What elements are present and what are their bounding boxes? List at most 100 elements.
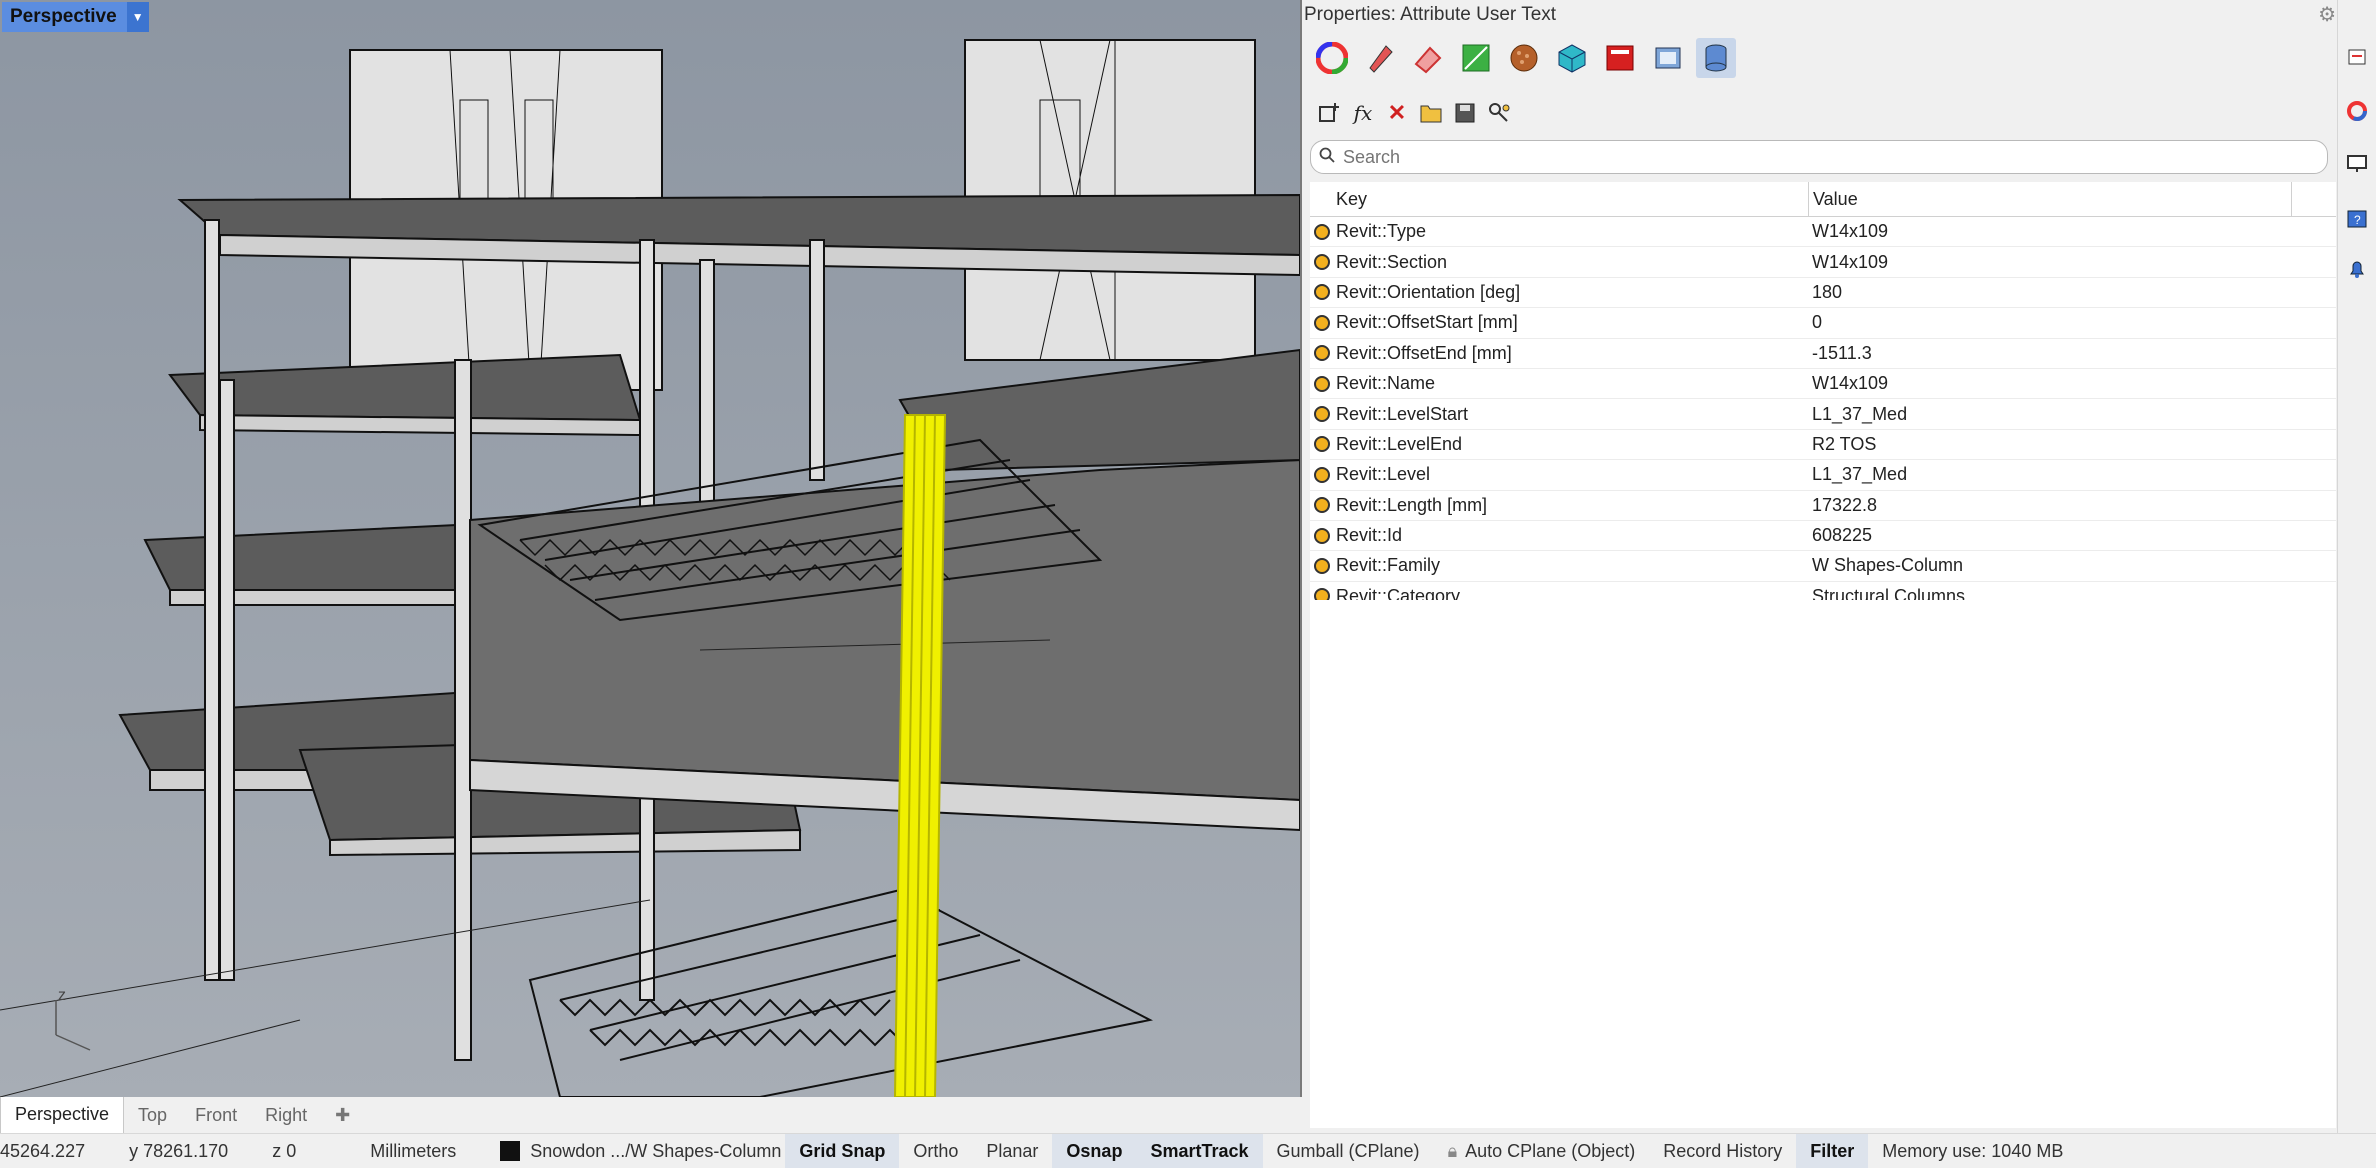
lock-icon: 🔒︎ [1447, 1140, 1458, 1161]
display-tab-icon[interactable] [2346, 152, 2368, 174]
add-key-icon[interactable] [1316, 98, 1342, 128]
notifications-tab-icon[interactable] [2346, 258, 2368, 280]
save-icon[interactable] [1452, 98, 1478, 128]
cube-icon[interactable] [1552, 38, 1592, 78]
link-icon[interactable] [1486, 98, 1512, 128]
sphere-icon[interactable] [1504, 38, 1544, 78]
attribute-key[interactable]: Revit::Orientation [deg] [1336, 282, 1812, 303]
database-icon[interactable] [1696, 38, 1736, 78]
search-input[interactable] [1341, 145, 2305, 169]
search-box[interactable] [1310, 140, 2328, 174]
attribute-key[interactable]: Revit::OffsetStart [mm] [1336, 312, 1812, 333]
add-tab-icon[interactable]: ✚ [321, 1097, 364, 1133]
fx-icon[interactable]: fx [1350, 98, 1376, 128]
properties-tab-icon[interactable] [2346, 46, 2368, 68]
table-row[interactable]: Revit::LevelStart L1_37_Med [1310, 399, 2336, 430]
attribute-status-icon [1314, 436, 1330, 453]
tab-top[interactable]: Top [124, 1097, 181, 1133]
3d-scene: z [0, 0, 1300, 1097]
attribute-status-icon [1314, 284, 1330, 301]
attribute-actions: fx ✕ [1316, 98, 1512, 128]
gumball-toggle[interactable]: Gumball (CPlane) [1263, 1134, 1434, 1168]
attribute-key[interactable]: Revit::LevelEnd [1336, 434, 1812, 455]
open-folder-icon[interactable] [1418, 98, 1444, 128]
eraser-icon[interactable] [1408, 38, 1448, 78]
attribute-value[interactable]: W14x109 [1812, 252, 2292, 273]
attribute-key[interactable]: Revit::Length [mm] [1336, 495, 1812, 516]
tab-right[interactable]: Right [251, 1097, 321, 1133]
attribute-value[interactable]: W14x109 [1812, 221, 2292, 242]
attribute-value[interactable]: W Shapes-Column [1812, 555, 2292, 576]
attribute-key[interactable]: Revit::Type [1336, 221, 1812, 242]
table-row[interactable]: Revit::LevelEnd R2 TOS [1310, 430, 2336, 461]
table-row[interactable]: Revit::OffsetEnd [mm] -1511.3 [1310, 339, 2336, 369]
delete-icon[interactable]: ✕ [1384, 98, 1410, 128]
attribute-key[interactable]: Revit::Name [1336, 373, 1812, 394]
attribute-value[interactable]: L1_37_Med [1812, 404, 2292, 425]
attribute-key[interactable]: Revit::Level [1336, 464, 1812, 485]
units[interactable]: Millimeters [310, 1134, 470, 1168]
perspective-viewport[interactable]: z Perspective ▼ [0, 0, 1302, 1097]
attribute-key[interactable]: Revit::Family [1336, 555, 1812, 576]
table-row[interactable]: Revit::Name W14x109 [1310, 369, 2336, 400]
viewport-tabs: Perspective Top Front Right ✚ [0, 1096, 1300, 1134]
window-icon[interactable] [1648, 38, 1688, 78]
osnap-toggle[interactable]: Osnap [1052, 1134, 1137, 1168]
attribute-status-icon [1314, 345, 1330, 362]
attribute-key[interactable]: Revit::OffsetEnd [mm] [1336, 343, 1812, 364]
status-bar: 45264.227 y 78261.170 z 0 Millimeters Sn… [0, 1133, 2376, 1168]
coord-x: 45264.227 [0, 1140, 86, 1161]
ortho-toggle[interactable]: Ortho [899, 1134, 972, 1168]
table-row[interactable]: Revit::Length [mm] 17322.8 [1310, 491, 2336, 521]
tab-front[interactable]: Front [181, 1097, 251, 1133]
attribute-value[interactable]: L1_37_Med [1812, 464, 2292, 485]
chevron-down-icon[interactable]: ▼ [126, 2, 149, 32]
attribute-value[interactable]: -1511.3 [1812, 343, 2292, 364]
table-row[interactable]: Revit::Orientation [deg] 180 [1310, 278, 2336, 309]
attribute-value[interactable]: 0 [1812, 312, 2292, 333]
pen-icon[interactable] [1360, 38, 1400, 78]
table-row[interactable]: Revit::Section W14x109 [1310, 247, 2336, 278]
table-row[interactable]: Revit::Id 608225 [1310, 521, 2336, 552]
color-wheel-tab-icon[interactable] [2346, 100, 2368, 122]
table-row[interactable]: Revit::Family W Shapes-Column [1310, 551, 2336, 582]
tab-perspective[interactable]: Perspective [0, 1096, 125, 1134]
attribute-key[interactable]: Revit::Id [1336, 525, 1812, 546]
table-empty-area [1310, 600, 2336, 1128]
attribute-key[interactable]: Revit::LevelStart [1336, 404, 1812, 425]
attribute-status-icon [1314, 223, 1330, 240]
layer-indicator[interactable]: Snowdon .../W Shapes-Column [470, 1134, 785, 1168]
attribute-value[interactable]: W14x109 [1812, 373, 2292, 394]
table-row[interactable]: Revit::OffsetStart [mm] 0 [1310, 308, 2336, 339]
attribute-status-icon [1314, 466, 1330, 483]
filter-toggle[interactable]: Filter [1796, 1134, 1869, 1168]
viewport-title[interactable]: Perspective ▼ [2, 2, 149, 32]
help-tab-icon[interactable]: ? [2346, 208, 2368, 230]
attribute-status-icon [1314, 314, 1330, 331]
table-rows: Revit::Type W14x109 Revit::Section W14x109 R… [1310, 217, 2336, 613]
table-row[interactable]: Revit::Level L1_37_Med [1310, 460, 2336, 491]
smarttrack-toggle[interactable]: SmartTrack [1136, 1134, 1263, 1168]
column-header-key[interactable]: Key [1332, 182, 1809, 216]
table-row[interactable]: Revit::Type W14x109 [1310, 217, 2336, 248]
record-history-toggle[interactable]: Record History [1649, 1134, 1796, 1168]
planar-toggle[interactable]: Planar [972, 1134, 1052, 1168]
gear-icon[interactable]: ⚙ [2318, 2, 2336, 27]
attribute-value[interactable]: R2 TOS [1812, 434, 2292, 455]
column-header-value[interactable]: Value [1809, 182, 2292, 216]
color-wheel-icon[interactable] [1312, 38, 1352, 78]
red-box-icon[interactable] [1600, 38, 1640, 78]
attribute-value[interactable]: 608225 [1812, 525, 2292, 546]
side-panel-strip: ? [2337, 0, 2376, 1156]
selected-column[interactable] [893, 414, 947, 1097]
properties-panel: Properties: Attribute User Text fx ✕ Sea… [1302, 0, 2336, 1128]
attribute-value[interactable]: 180 [1812, 282, 2292, 303]
attribute-key[interactable]: Revit::Section [1336, 252, 1812, 273]
attribute-value[interactable]: 17322.8 [1812, 495, 2292, 516]
search-icon [1319, 147, 1335, 168]
memory-usage: Memory use: 1040 MB [1882, 1140, 2064, 1161]
panel-title: Properties: Attribute User Text [1304, 4, 1557, 25]
green-square-icon[interactable] [1456, 38, 1496, 78]
auto-cplane-toggle[interactable]: 🔒︎ Auto CPlane (Object) [1434, 1134, 1650, 1168]
grid-snap-toggle[interactable]: Grid Snap [785, 1134, 900, 1168]
